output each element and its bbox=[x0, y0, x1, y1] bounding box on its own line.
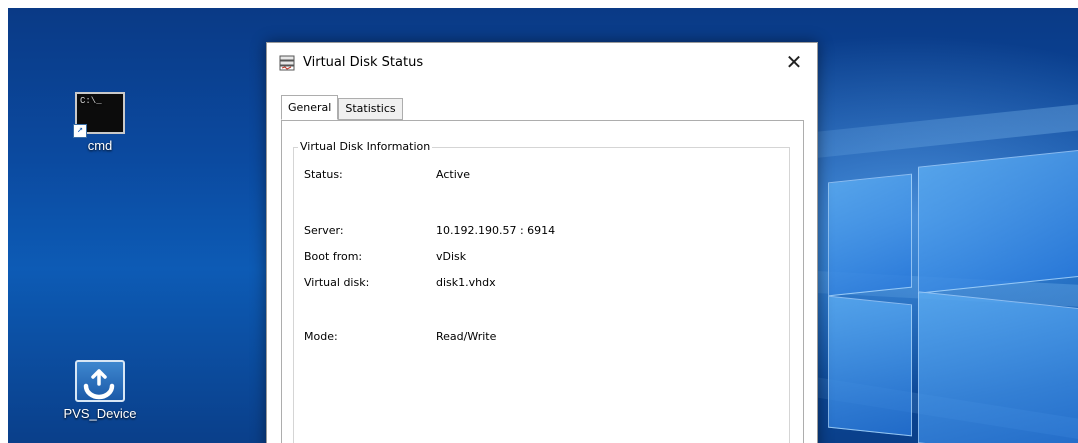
desktop-icon-pvs-device[interactable]: PVS_Device bbox=[60, 360, 140, 421]
tab-strip: General Statistics bbox=[281, 95, 403, 120]
title-bar[interactable]: Virtual Disk Status ✕ bbox=[267, 43, 817, 83]
windows-logo-pane bbox=[918, 149, 1078, 294]
dialog-title: Virtual Disk Status bbox=[303, 55, 424, 70]
shortcut-arrow-icon: ↗ bbox=[73, 124, 87, 138]
boot-from-value: vDisk bbox=[436, 250, 467, 263]
mode-value: Read/Write bbox=[436, 330, 497, 343]
desktop-icon-label: PVS_Device bbox=[63, 406, 137, 421]
group-title: Virtual Disk Information bbox=[298, 140, 433, 153]
virtual-disk-icon bbox=[279, 55, 295, 71]
desktop: C:\_ ↗ cmd PVS_Device Virtual Disk Statu… bbox=[0, 0, 1078, 443]
cmd-icon: C:\_ ↗ bbox=[73, 92, 125, 138]
windows-logo-pane bbox=[918, 291, 1078, 443]
server-value: 10.192.190.57 : 6914 bbox=[436, 224, 556, 237]
boot-from-row: Boot from: vDisk bbox=[304, 250, 724, 266]
status-row: Status: Active bbox=[304, 168, 724, 184]
mode-label: Mode: bbox=[304, 330, 338, 343]
mode-row: Mode: Read/Write bbox=[304, 330, 724, 346]
virtual-disk-value: disk1.vhdx bbox=[436, 276, 496, 289]
desktop-icon-cmd[interactable]: C:\_ ↗ cmd bbox=[60, 92, 140, 153]
windows-logo-pane bbox=[828, 173, 912, 297]
virtual-disk-row: Virtual disk: disk1.vhdx bbox=[304, 276, 724, 292]
server-label: Server: bbox=[304, 224, 344, 237]
status-value: Active bbox=[436, 168, 471, 181]
pvs-device-icon bbox=[75, 360, 125, 402]
virtual-disk-status-dialog: Virtual Disk Status ✕ General Statistics… bbox=[266, 42, 818, 443]
close-button[interactable]: ✕ bbox=[771, 43, 817, 81]
status-label: Status: bbox=[304, 168, 343, 181]
windows-logo-pane bbox=[828, 295, 912, 437]
server-row: Server: 10.192.190.57 : 6914 bbox=[304, 224, 724, 240]
tab-statistics[interactable]: Statistics bbox=[338, 98, 403, 120]
close-icon: ✕ bbox=[785, 50, 803, 74]
virtual-disk-information-group: Virtual Disk Information Status: Active … bbox=[293, 140, 790, 443]
virtual-disk-label: Virtual disk: bbox=[304, 276, 370, 289]
boot-from-label: Boot from: bbox=[304, 250, 363, 263]
desktop-icon-label: cmd bbox=[87, 138, 113, 153]
tab-general[interactable]: General bbox=[281, 95, 339, 120]
general-tab-panel: Virtual Disk Information Status: Active … bbox=[281, 120, 804, 443]
cmd-icon-text: C:\_ bbox=[80, 96, 102, 106]
